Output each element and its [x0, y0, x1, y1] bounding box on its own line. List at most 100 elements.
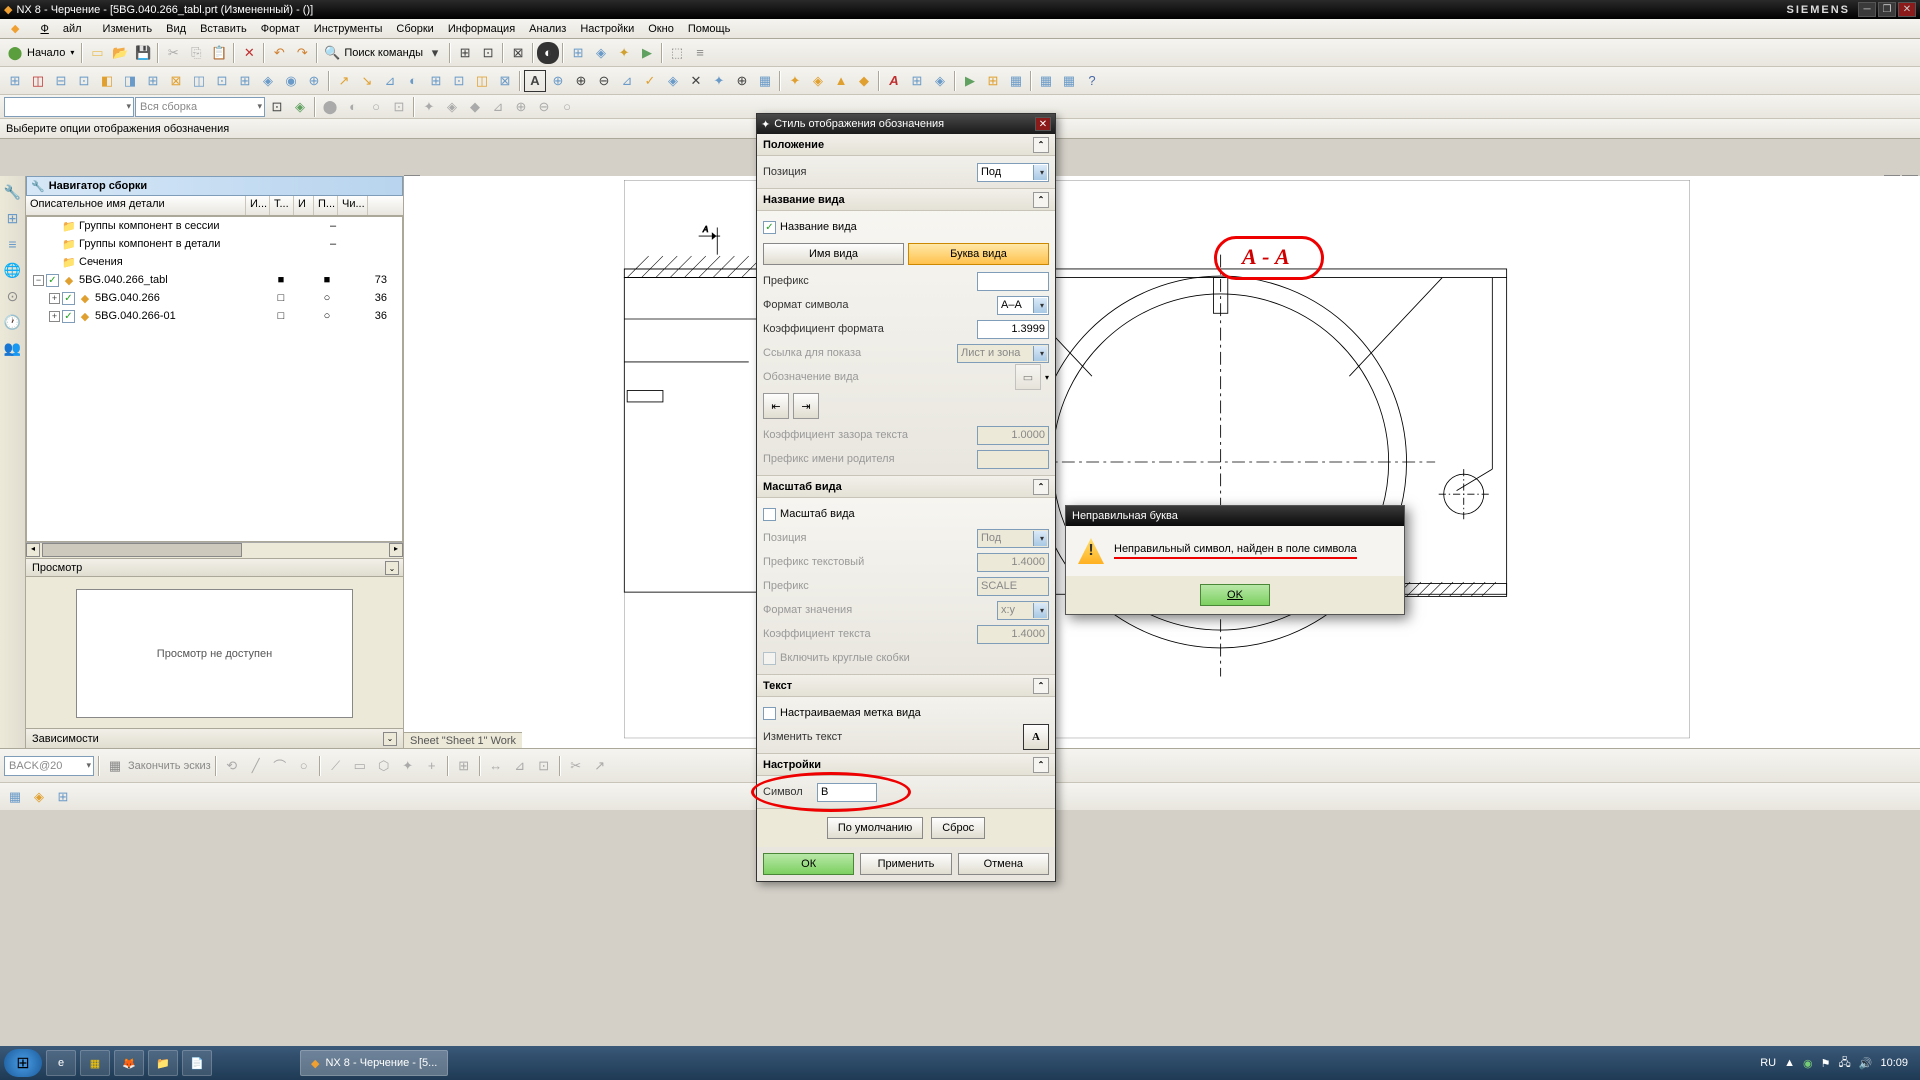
section-position-header[interactable]: Положение⌃: [757, 134, 1055, 156]
sk-15[interactable]: ↗: [589, 755, 611, 777]
tb2-37[interactable]: ◆: [853, 70, 875, 92]
tray-flag-icon[interactable]: ⚑: [1821, 1057, 1831, 1070]
tb2-44[interactable]: ▦: [1035, 70, 1057, 92]
tray-net-icon[interactable]: 🖧: [1839, 1054, 1851, 1073]
delete-icon[interactable]: ✕: [238, 42, 260, 64]
prefix-input[interactable]: [977, 272, 1049, 291]
tb3-2[interactable]: ◈: [289, 96, 311, 118]
sk-11[interactable]: ↔: [485, 755, 507, 777]
chevron-up-icon[interactable]: ⌃: [1033, 678, 1049, 694]
minimize-button[interactable]: ─: [1858, 2, 1876, 17]
col-1[interactable]: И...: [246, 196, 270, 215]
tb2-3[interactable]: ⊟: [50, 70, 72, 92]
menu-help[interactable]: Помощь: [681, 21, 738, 37]
tb2-42[interactable]: ⊞: [982, 70, 1004, 92]
start-icon[interactable]: ⬤: [4, 42, 26, 64]
tb2-21[interactable]: ◫: [471, 70, 493, 92]
tool-d[interactable]: ⊠: [507, 42, 529, 64]
tb2-11[interactable]: ⊞: [234, 70, 256, 92]
shading-icon[interactable]: ◐: [537, 42, 559, 64]
tb2-10[interactable]: ⊡: [211, 70, 233, 92]
tb2-4[interactable]: ⊡: [73, 70, 95, 92]
msgbox-ok-button[interactable]: OK: [1200, 584, 1270, 606]
tb3-7[interactable]: ✦: [418, 96, 440, 118]
paste-icon[interactable]: 📋: [208, 42, 230, 64]
new-icon[interactable]: ▭: [86, 42, 108, 64]
finish-sketch-icon[interactable]: ▦: [104, 755, 126, 777]
menu-window[interactable]: Окно: [641, 21, 681, 37]
tree-row[interactable]: 📁Группы компонент в детали–: [27, 235, 402, 253]
tray-icon-2[interactable]: ◉: [1803, 1057, 1813, 1070]
tool-c[interactable]: ⊡: [477, 42, 499, 64]
tb3-13[interactable]: ○: [556, 96, 578, 118]
menu-analysis[interactable]: Анализ: [522, 21, 573, 37]
zoom-out-icon[interactable]: ⊖: [593, 70, 615, 92]
viewname-checkbox[interactable]: ✓: [763, 221, 776, 234]
circle-icon[interactable]: ○: [293, 755, 315, 777]
col-5[interactable]: Чи...: [338, 196, 368, 215]
tb3-9[interactable]: ◆: [464, 96, 486, 118]
tb2-18[interactable]: ◐: [402, 70, 424, 92]
tb2-20[interactable]: ⊡: [448, 70, 470, 92]
tb2-6[interactable]: ◨: [119, 70, 141, 92]
copy-icon[interactable]: ⎘: [185, 42, 207, 64]
section-scale-header[interactable]: Масштаб вида⌃: [757, 476, 1055, 498]
tb2-39[interactable]: ⊞: [906, 70, 928, 92]
text-icon[interactable]: A: [524, 70, 546, 92]
tool-h[interactable]: ⬚: [666, 42, 688, 64]
section-viewname-header[interactable]: Название вида⌃: [757, 189, 1055, 211]
bt2-3[interactable]: ⊞: [52, 786, 74, 808]
tb2-31[interactable]: ✦: [708, 70, 730, 92]
task-tc[interactable]: ▦: [80, 1050, 110, 1076]
tb3-3[interactable]: ⬤: [319, 96, 341, 118]
rect-icon[interactable]: ▭: [349, 755, 371, 777]
italic-a-icon[interactable]: A: [883, 70, 905, 92]
tb2-16[interactable]: ↘: [356, 70, 378, 92]
tb3-8[interactable]: ◈: [441, 96, 463, 118]
filter-combo-1[interactable]: [4, 97, 134, 117]
position-select[interactable]: Под▾: [977, 163, 1049, 182]
tb3-6[interactable]: ⊡: [388, 96, 410, 118]
tb2-17[interactable]: ⊿: [379, 70, 401, 92]
tb2-28[interactable]: ✓: [639, 70, 661, 92]
save-icon[interactable]: 💾: [132, 42, 154, 64]
assembly-combo[interactable]: Вся сборка: [135, 97, 265, 117]
strip-clock-icon[interactable]: 🕐: [3, 312, 23, 332]
strip-part-icon[interactable]: ⊞: [3, 208, 23, 228]
help-icon[interactable]: ?: [1081, 70, 1103, 92]
preview-collapse[interactable]: ⌄: [385, 561, 399, 575]
task-ff[interactable]: 🦊: [114, 1050, 144, 1076]
tool-b[interactable]: ⊞: [454, 42, 476, 64]
symformat-select[interactable]: A–A▾: [997, 296, 1049, 315]
sk-13[interactable]: ⊡: [533, 755, 555, 777]
close-button[interactable]: ✕: [1898, 2, 1916, 17]
search-command-label[interactable]: Поиск команды: [344, 47, 423, 59]
tb2-34[interactable]: ✦: [784, 70, 806, 92]
tb2-35[interactable]: ◈: [807, 70, 829, 92]
strip-roles-icon[interactable]: 👥: [3, 338, 23, 358]
tree-row[interactable]: +✓◆5BG.040.266□○36: [27, 289, 402, 307]
tb2-33[interactable]: ▦: [754, 70, 776, 92]
chevron-up-icon[interactable]: ⌃: [1033, 192, 1049, 208]
dialog-close-icon[interactable]: ✕: [1035, 117, 1051, 131]
lang-indicator[interactable]: RU: [1760, 1057, 1776, 1069]
scale-checkbox[interactable]: [763, 508, 776, 521]
tb3-5[interactable]: ○: [365, 96, 387, 118]
menu-tools[interactable]: Инструменты: [307, 21, 390, 37]
tb2-1[interactable]: ⊞: [4, 70, 26, 92]
menu-file[interactable]: Файл: [26, 21, 95, 37]
strip-layers-icon[interactable]: ≡: [3, 234, 23, 254]
view-letter-button[interactable]: Буква вида: [908, 243, 1049, 265]
app-menu-icon[interactable]: ◆: [4, 20, 26, 37]
strip-history-icon[interactable]: ⊙: [3, 286, 23, 306]
tool-i[interactable]: ≡: [689, 42, 711, 64]
tool-e[interactable]: ◈: [590, 42, 612, 64]
col-name[interactable]: Описательное имя детали: [26, 196, 246, 215]
custom-checkbox[interactable]: [763, 707, 776, 720]
tb2-2[interactable]: ◫: [27, 70, 49, 92]
task-ie[interactable]: e: [46, 1050, 76, 1076]
tb2-7[interactable]: ⊞: [142, 70, 164, 92]
tb2-41[interactable]: ▶: [959, 70, 981, 92]
tray-vol-icon[interactable]: 🔊: [1859, 1057, 1873, 1070]
undo-icon[interactable]: ↶: [268, 42, 290, 64]
